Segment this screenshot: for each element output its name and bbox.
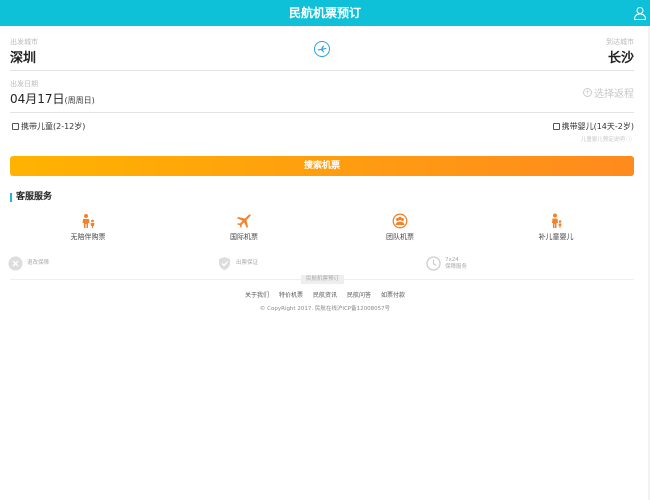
close-circle-icon [8,256,23,271]
guarantee-refund: 退改保障 [8,256,49,271]
unaccompanied-icon [82,214,95,228]
service-group[interactable]: 团队机票 [360,213,440,242]
service-label: 国际机票 [230,233,258,241]
infant-checkbox-label: 携带婴儿(14天-2岁) [561,122,634,131]
page-title: 民航机票预订 [288,6,361,20]
checkbox-box[interactable] [12,123,19,130]
footer-links: 关于我们 特价机票 民航资讯 民航问答 如票付款 [0,290,650,299]
guarantee-ticketing: 出票保证 [217,256,258,271]
arrival-city[interactable]: 长沙 [608,47,634,66]
user-icon[interactable] [633,6,647,20]
app-header: 民航机票预订 [0,0,650,26]
booking-note-link[interactable]: 儿童婴儿预定说明 ⓘ [581,135,632,143]
guarantee-line1: 7x24 [445,256,459,263]
return-trip-label: 选择返程 [594,89,634,100]
copyright: © CopyRight 2017. 民航在线沪ICP备12008057号 [259,306,391,312]
footer-link[interactable]: 民航资讯 [313,290,337,299]
divider [10,112,634,113]
child-checkbox-label: 携带儿童(2-12岁) [21,122,86,131]
guarantee-line2: 保障服务 [445,263,468,270]
service-label: 补儿童婴儿 [538,233,574,241]
service-unaccompanied[interactable]: 无陪伴购票 [48,213,128,242]
plus-circle-icon: + [583,88,592,97]
clock-icon [426,256,441,271]
group-icon [392,213,408,229]
guarantee-text: 退改保障 [27,260,50,266]
footer-link[interactable]: 民航问答 [347,290,371,299]
booking-note-text: 儿童婴儿预定说明 [580,137,625,143]
footer-link[interactable]: 特价机票 [279,290,303,299]
departure-date[interactable]: 04月17日(周周日) [10,90,95,107]
return-trip-button[interactable]: + 选择返程 [583,85,634,100]
airplane-swap-icon[interactable] [313,40,331,58]
family-icon [552,213,562,228]
service-child-infant[interactable]: 补儿童婴儿 [516,213,596,242]
shield-icon [219,257,230,270]
service-label: 团队机票 [386,233,414,241]
date-weekday: (周周日) [64,96,95,105]
guarantee-text: 出票保证 [236,260,259,266]
service-international[interactable]: 国际机票 [204,213,284,242]
divider [10,70,634,71]
page: 民航机票预订 出发城市 深圳 到达城市 长沙 出发日期 04月17日(周周日) … [0,0,650,500]
guarantee-service: 7x24 保障服务 [426,256,467,271]
departure-label: 出发城市 [10,38,38,46]
date-label: 出发日期 [10,80,38,88]
services-title: 客服服务 [10,193,52,202]
footer-badge: 民航机票预订 [301,275,344,284]
guarantee-text: 7x24 保障服务 [445,257,467,271]
arrival-label: 到达城市 [606,38,634,46]
footer-link[interactable]: 关于我们 [245,290,269,299]
infant-checkbox[interactable]: 携带婴儿(14天-2岁) [552,121,634,132]
departure-city[interactable]: 深圳 [10,47,36,66]
footer-link[interactable]: 如票付款 [381,290,405,299]
search-flights-button[interactable]: 搜索机票 [10,156,634,176]
checkbox-box[interactable] [552,123,560,130]
child-checkbox[interactable]: 携带儿童(2-12岁) [12,121,85,132]
service-label: 无陪伴购票 [70,233,106,241]
date-value: 04月17日 [10,92,65,106]
plane-icon [237,214,251,228]
